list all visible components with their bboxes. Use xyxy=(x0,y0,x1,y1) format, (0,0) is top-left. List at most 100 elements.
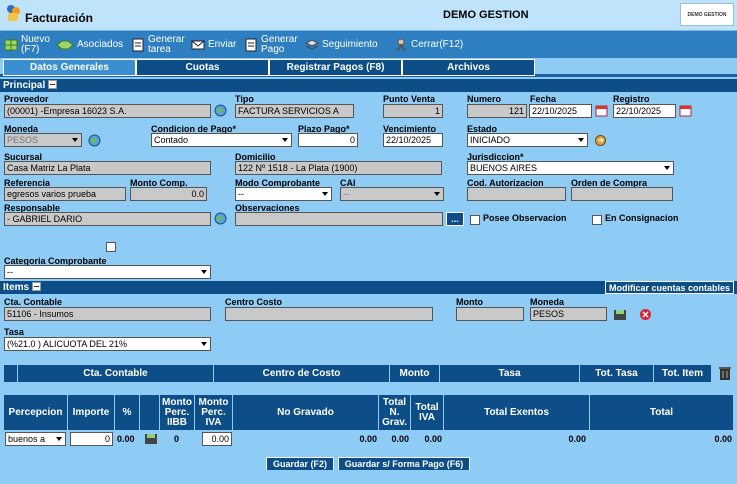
toolbar: Nuevo (F7) Asociados Generar tarea Envia… xyxy=(0,31,737,58)
calendar-icon[interactable] xyxy=(679,104,692,117)
save-perc-icon[interactable] xyxy=(144,432,158,445)
vencimiento-field[interactable]: 22/10/2025 xyxy=(383,133,443,147)
generar-tarea-button[interactable]: Generar tarea xyxy=(131,31,185,58)
header-percepcion: Percepcion xyxy=(4,395,68,430)
header-monto-perc-iibb: Monto Perc. IIBB xyxy=(160,395,195,430)
condicion-select[interactable]: Contado xyxy=(151,133,292,147)
header-importe: Importe xyxy=(68,395,115,430)
trash-icon[interactable] xyxy=(717,365,733,381)
importe-field[interactable]: 0 xyxy=(70,432,113,446)
cerrar-button[interactable]: Cerrar(F12) xyxy=(394,31,463,58)
centro-costo-field[interactable] xyxy=(225,307,433,321)
globe-icon[interactable] xyxy=(214,212,227,225)
estado-select[interactable]: INICIADO xyxy=(467,133,588,147)
save-item-icon[interactable] xyxy=(613,308,627,321)
guardar-button[interactable]: Guardar (F2) xyxy=(266,457,334,471)
document-icon xyxy=(132,38,144,51)
categoria-select[interactable]: -- xyxy=(4,265,211,279)
proveedor-label: Proveedor xyxy=(4,94,49,104)
globe-icon[interactable] xyxy=(214,104,227,117)
seguimiento-button[interactable]: Seguimiento xyxy=(305,31,378,58)
referencia-field[interactable]: egresos varios prueba xyxy=(4,187,126,201)
company-name: DEMO GESTION xyxy=(443,9,529,21)
generar-pago-label: Generar Pago xyxy=(261,33,298,55)
registro-field[interactable]: 22/10/2025 xyxy=(613,104,676,118)
percepcion-select[interactable]: buenos a xyxy=(5,432,66,446)
header-centro-costo: Centro de Costo xyxy=(214,365,390,382)
tipo-label: Tipo xyxy=(235,94,254,104)
tab-archivos[interactable]: Archivos xyxy=(402,59,535,76)
cerrar-label: Cerrar(F12) xyxy=(411,39,464,50)
centro-costo-label: Centro Costo xyxy=(225,297,282,307)
header-percent: % xyxy=(115,395,140,430)
total-n-grav-value: 0.00 xyxy=(391,434,409,444)
unlabeled-checkbox[interactable] xyxy=(106,242,116,252)
no-gravado-value: 0.00 xyxy=(359,434,377,444)
header-no-gravado: No Gravado xyxy=(233,395,379,430)
item-moneda-label: Moneda xyxy=(530,297,565,307)
total-value: 0.00 xyxy=(714,434,732,444)
title-bar: Facturación DEMO GESTION DEMO GESTION xyxy=(0,0,737,31)
collapse-icon[interactable] xyxy=(32,282,42,291)
tipo-field[interactable]: FACTURA SERVICIOS A xyxy=(235,104,354,118)
numero-field[interactable]: 121 xyxy=(467,104,527,118)
header-total: Total xyxy=(590,395,734,430)
posee-observacion-checkbox[interactable] xyxy=(470,215,480,225)
responsable-field[interactable]: - GABRIEL DARIO xyxy=(4,212,211,226)
header-monto-perc-iva: Monto Perc. IVA xyxy=(195,395,233,430)
punto-venta-field[interactable]: 1 xyxy=(383,104,443,118)
plazo-field[interactable]: 0 xyxy=(298,133,358,147)
header-total-n-grav: Total N. Grav. xyxy=(379,395,411,430)
tasa-select[interactable]: (%21.0 ) ALICUOTA DEL 21% xyxy=(4,337,211,351)
modificar-cuentas-button[interactable]: Modificar cuentas contables xyxy=(605,281,734,294)
globe-icon[interactable] xyxy=(88,134,101,147)
collapse-icon[interactable] xyxy=(48,80,58,89)
orden-compra-field[interactable] xyxy=(571,187,673,201)
generar-tarea-label: Generar tarea xyxy=(148,33,185,55)
app-title: Facturación xyxy=(25,11,94,25)
header-total-iva: Total IVA xyxy=(411,395,444,430)
monto-field[interactable] xyxy=(456,307,524,321)
cod-autorizacion-field[interactable] xyxy=(467,187,566,201)
seguimiento-label: Seguimiento xyxy=(322,39,378,50)
proveedor-field[interactable]: (00001) -Empresa 16023 S.A. xyxy=(4,104,211,118)
cta-contable-field[interactable]: 51106 - Insumos xyxy=(4,307,211,321)
payment-doc-icon xyxy=(245,38,257,51)
app-icon xyxy=(7,5,20,21)
asociados-button[interactable]: Asociados xyxy=(56,31,123,58)
tab-bar: Datos Generales Cuotas Registrar Pagos (… xyxy=(0,58,737,77)
fecha-field[interactable]: 22/10/2025 xyxy=(529,104,592,118)
total-iva-value: 0.00 xyxy=(424,434,442,444)
guardar-forma-pago-button[interactable]: Guardar s/ Forma Pago (F6) xyxy=(338,457,470,471)
punto-venta-label: Punto Venta xyxy=(383,94,436,104)
nuevo-button[interactable]: Nuevo (F7) xyxy=(4,31,50,58)
grid-icon xyxy=(4,39,18,50)
tab-cuotas[interactable]: Cuotas xyxy=(136,59,269,76)
jurisdiccion-select[interactable]: BUENOS AIRES xyxy=(467,161,674,175)
enviar-button[interactable]: Enviar xyxy=(191,31,236,58)
workflow-icon[interactable] xyxy=(594,134,607,147)
monto-comp-field[interactable]: 0.0 xyxy=(130,187,207,201)
principal-section-header[interactable]: Principal xyxy=(0,79,737,92)
perc-iva-field[interactable]: 0.00 xyxy=(202,432,232,446)
cai-select[interactable]: -- xyxy=(340,187,444,201)
tab-registrar-pagos[interactable]: Registrar Pagos (F8) xyxy=(269,59,402,76)
cta-contable-label: Cta. Contable xyxy=(4,297,63,307)
domicilio-field[interactable]: 122 Nº 1518 - La Plata (1900) xyxy=(235,161,442,175)
modo-comprobante-select[interactable]: -- xyxy=(235,187,332,201)
observaciones-field[interactable] xyxy=(235,212,443,226)
perc-iibb-value: 0 xyxy=(173,434,179,444)
observaciones-button[interactable]: ... xyxy=(446,212,464,226)
total-exentos-value: 0.00 xyxy=(568,434,586,444)
calendar-icon[interactable] xyxy=(595,104,608,117)
item-moneda-field[interactable]: PESOS xyxy=(530,307,607,321)
sucursal-field[interactable]: Casa Matriz La Plata xyxy=(4,161,211,175)
consignacion-label: En Consignacion xyxy=(605,213,679,223)
header-blank xyxy=(140,395,160,430)
cancel-item-icon[interactable] xyxy=(639,308,652,321)
header-tot-item: Tot. Item xyxy=(654,365,712,382)
consignacion-checkbox[interactable] xyxy=(592,215,602,225)
generar-pago-button[interactable]: Generar Pago xyxy=(244,31,298,58)
moneda-select[interactable]: PESOS xyxy=(4,133,82,147)
tab-datos-generales[interactable]: Datos Generales xyxy=(3,59,136,76)
